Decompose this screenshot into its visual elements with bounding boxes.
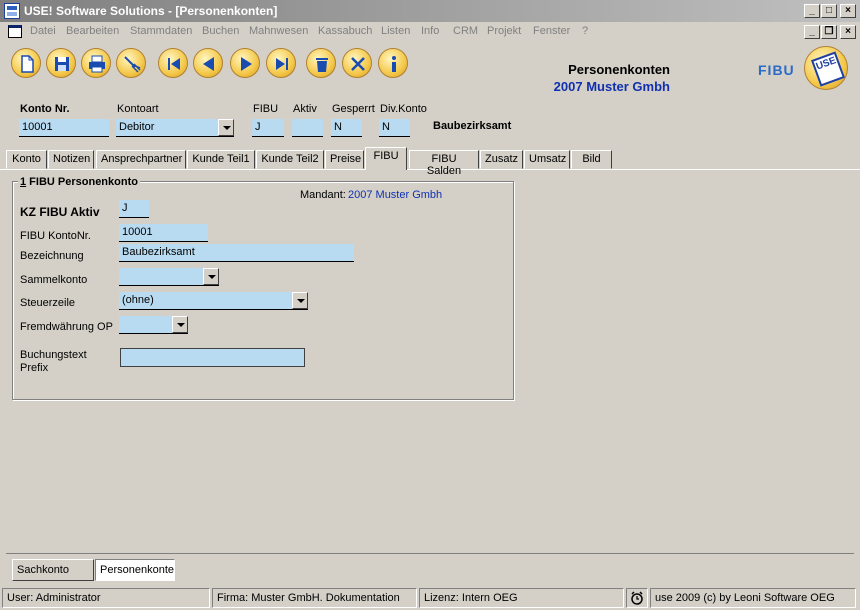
- prefix-label: Prefix: [20, 362, 49, 374]
- account-name: Baubezirksamt: [433, 120, 512, 132]
- steuerzeile-label: Steuerzeile: [20, 297, 76, 309]
- status-firma: Firma: Muster GmbH. Dokumentation: [212, 588, 417, 608]
- kontoart-select[interactable]: Debitor: [116, 119, 234, 137]
- tab-zusatz[interactable]: Zusatz: [480, 150, 523, 169]
- tab-konto[interactable]: Konto: [6, 150, 47, 169]
- app-icon[interactable]: [4, 3, 20, 19]
- close-icon[interactable]: ×: [840, 4, 856, 18]
- fibu-kontonr-field[interactable]: 10001: [119, 224, 208, 242]
- page-title: Personenkonten: [568, 62, 670, 77]
- aktiv-label: Aktiv: [293, 103, 317, 115]
- use-logo-text: USE: [810, 51, 846, 87]
- menu-help[interactable]: ?: [582, 25, 588, 37]
- steuerzeile-select[interactable]: (ohne): [119, 292, 308, 310]
- save-icon[interactable]: [46, 48, 76, 78]
- mandant-label: Mandant:: [300, 189, 346, 201]
- new-document-icon[interactable]: [11, 48, 41, 78]
- tab-umsatz[interactable]: Umsatz: [524, 150, 570, 169]
- fibu-kontonr-label: FIBU KontoNr.: [20, 230, 91, 242]
- bezeichnung-field[interactable]: Baubezirksamt: [119, 244, 354, 262]
- chevron-down-icon[interactable]: [292, 292, 308, 309]
- group-title-text: FIBU Personenkonto: [26, 176, 138, 188]
- aktiv-field[interactable]: [292, 119, 323, 137]
- window-title: USE! Software Solutions - [Personenkonte…: [24, 4, 278, 18]
- module-label: FIBU: [758, 62, 795, 78]
- clean-broom-icon[interactable]: [116, 48, 146, 78]
- first-record-icon[interactable]: [158, 48, 188, 78]
- tab-kunde-teil1[interactable]: Kunde Teil1: [187, 150, 255, 169]
- menu-crm[interactable]: CRM: [453, 25, 478, 37]
- use-logo: USE: [804, 46, 848, 90]
- last-record-icon[interactable]: [266, 48, 296, 78]
- status-copyright: use 2009 (c) by Leoni Software OEG: [650, 588, 856, 608]
- kz-fibu-aktiv-field[interactable]: J: [119, 200, 149, 218]
- gesperrt-label: Gesperrt: [332, 103, 375, 115]
- group-title: 1 FIBU Personenkonto: [18, 176, 140, 188]
- tab-fibu-salden[interactable]: FIBU Salden: [409, 150, 479, 177]
- document-icon[interactable]: [8, 25, 22, 38]
- chevron-down-icon[interactable]: [218, 119, 234, 136]
- fremdwaehrung-select[interactable]: [119, 316, 188, 334]
- kontoart-label: Kontoart: [117, 103, 159, 115]
- fremdwaehrung-label: Fremdwährung OP: [20, 321, 113, 333]
- menu-buchen[interactable]: Buchen: [202, 25, 239, 37]
- print-icon[interactable]: [81, 48, 111, 78]
- tab-fibu[interactable]: FIBU: [365, 147, 407, 170]
- status-lizenz: Lizenz: Intern OEG: [419, 588, 624, 608]
- mandant-value: 2007 Muster Gmbh: [348, 189, 443, 201]
- tab-kunde-teil2[interactable]: Kunde Teil2: [256, 150, 324, 169]
- mdi-restore-icon[interactable]: ❐: [821, 25, 837, 39]
- menu-stammdaten[interactable]: Stammdaten: [130, 25, 192, 37]
- konto-nr-label: Konto Nr.: [20, 103, 70, 115]
- tab-bild[interactable]: Bild: [571, 150, 612, 169]
- fibu-field[interactable]: J: [252, 119, 284, 137]
- menu-projekt[interactable]: Projekt: [487, 25, 521, 37]
- minimize-icon[interactable]: _: [804, 4, 820, 18]
- delete-trash-icon[interactable]: [306, 48, 336, 78]
- gesperrt-field[interactable]: N: [331, 119, 362, 137]
- mdi-minimize-icon[interactable]: _: [804, 25, 820, 39]
- sammelkonto-select[interactable]: [119, 268, 219, 286]
- konto-nr-field[interactable]: 10001: [19, 119, 109, 137]
- menu-mahnwesen[interactable]: Mahnwesen: [249, 25, 308, 37]
- alarm-clock-icon: [626, 588, 648, 608]
- divkonto-label: Div.Konto: [380, 103, 427, 115]
- buchungstext-label: Buchungstext: [20, 349, 87, 361]
- buchungstext-prefix-field[interactable]: [120, 348, 305, 367]
- next-record-icon[interactable]: [230, 48, 260, 78]
- steuerzeile-value: (ohne): [122, 294, 154, 306]
- menu-bearbeiten[interactable]: Bearbeiten: [66, 25, 119, 37]
- info-icon[interactable]: [378, 48, 408, 78]
- cancel-x-icon[interactable]: [342, 48, 372, 78]
- menu-info[interactable]: Info: [421, 25, 439, 37]
- menu-kassabuch[interactable]: Kassabuch: [318, 25, 372, 37]
- kz-fibu-aktiv-label: KZ FIBU Aktiv: [20, 205, 100, 219]
- maximize-icon[interactable]: □: [821, 4, 837, 18]
- tab-notizen[interactable]: Notizen: [48, 150, 94, 169]
- chevron-down-icon[interactable]: [203, 268, 219, 285]
- company-name: 2007 Muster Gmbh: [553, 79, 670, 94]
- divkonto-field[interactable]: N: [379, 119, 410, 137]
- tab-preise[interactable]: Preise: [325, 150, 364, 169]
- chevron-down-icon[interactable]: [172, 316, 188, 333]
- previous-record-icon[interactable]: [193, 48, 223, 78]
- window-tab-sachkonto[interactable]: Sachkonto: [12, 559, 94, 581]
- mdi-close-icon[interactable]: ×: [840, 25, 856, 39]
- bezeichnung-label: Bezeichnung: [20, 250, 84, 262]
- tab-ansprechpartner[interactable]: Ansprechpartner: [96, 150, 186, 169]
- fibu-label: FIBU: [253, 103, 279, 115]
- sammelkonto-label: Sammelkonto: [20, 274, 88, 286]
- window-tab-personenkonten[interactable]: Personenkonter: [95, 559, 175, 581]
- kontoart-value: Debitor: [119, 121, 155, 133]
- menu-listen[interactable]: Listen: [381, 25, 410, 37]
- menu-datei[interactable]: Datei: [30, 25, 56, 37]
- menu-fenster[interactable]: Fenster: [533, 25, 570, 37]
- status-user: User: Administrator: [2, 588, 210, 608]
